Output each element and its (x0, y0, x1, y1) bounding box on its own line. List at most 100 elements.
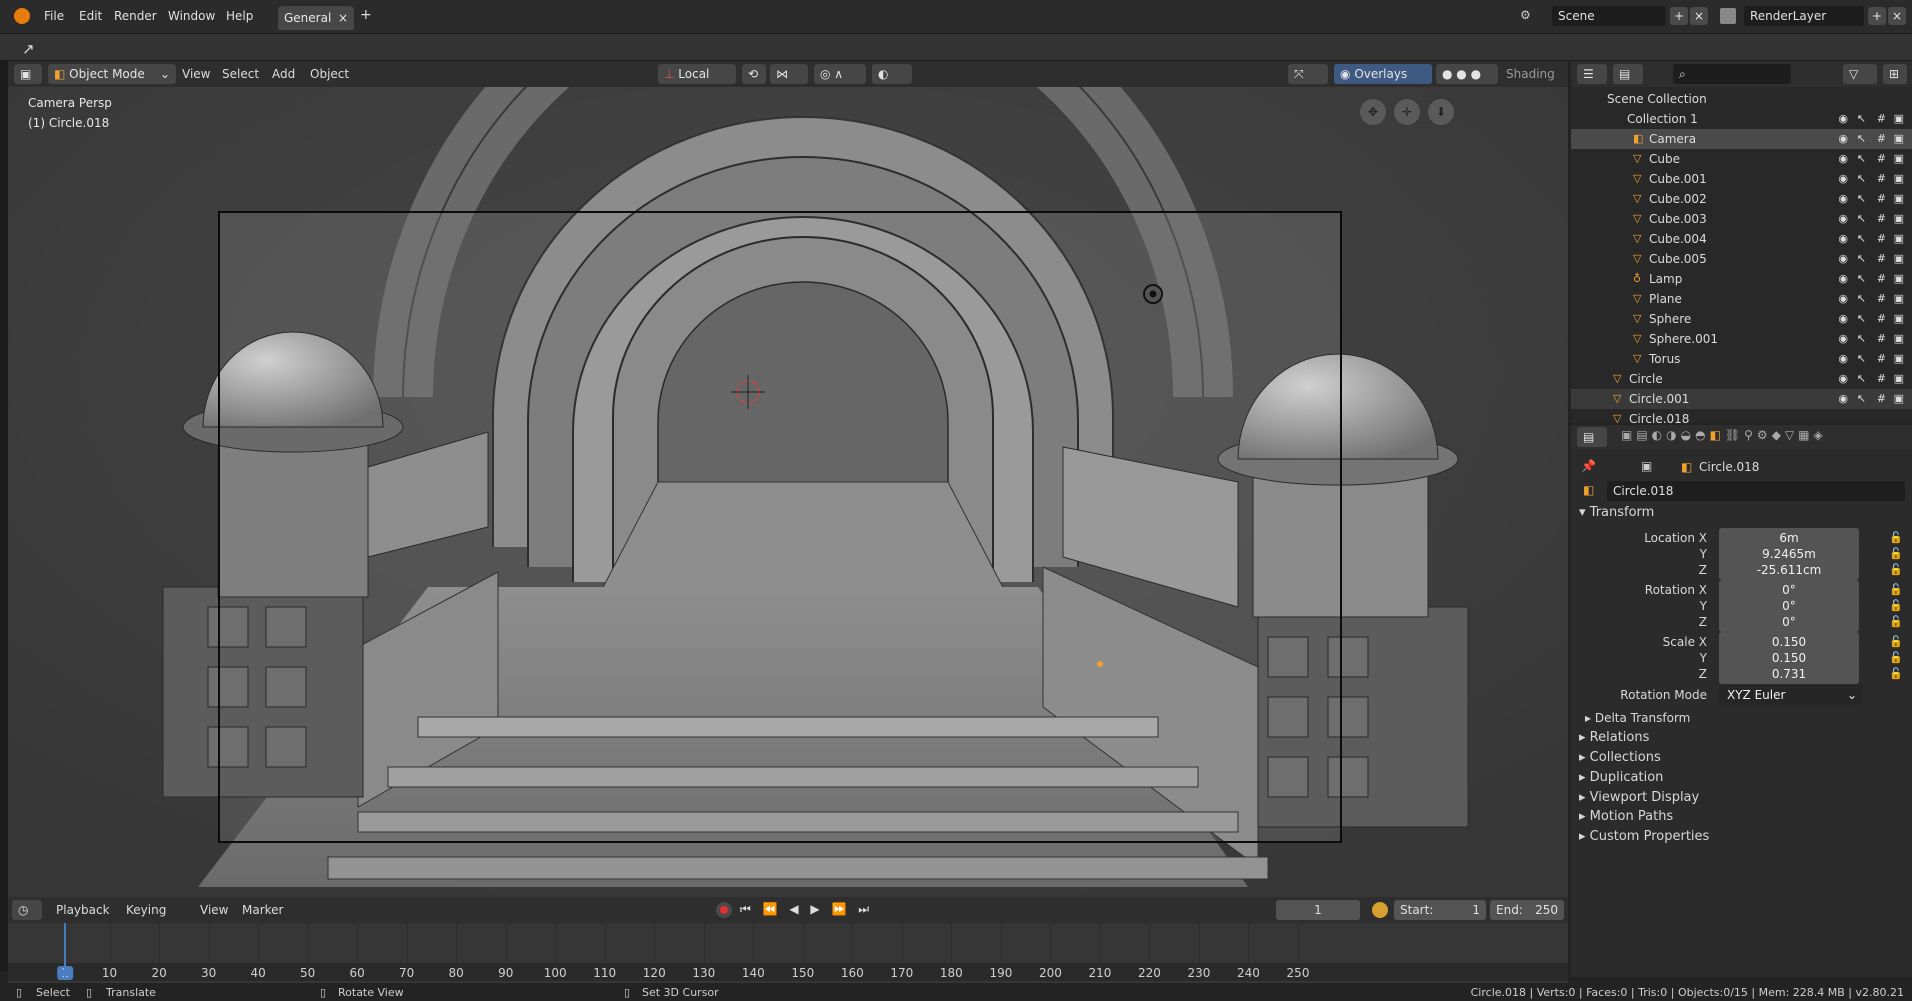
scale-z-field[interactable]: 0.731 (1719, 664, 1859, 684)
object-data-icon[interactable]: ◧ (1579, 481, 1603, 501)
outliner-row-cube-004[interactable]: ▽ Cube.004 ◉ ↖ # ▣ (1571, 229, 1912, 249)
eye-icon[interactable]: ◉ (1838, 292, 1848, 305)
viewport-icon[interactable]: # (1877, 272, 1886, 285)
editor-type-icon[interactable]: ▣ (14, 64, 42, 84)
menu-render[interactable]: Render (114, 9, 157, 23)
render-icon[interactable]: ▣ (1894, 212, 1904, 225)
rotation-z-field[interactable]: 0° (1719, 612, 1859, 632)
cursor-icon[interactable]: ↖ (1857, 212, 1866, 225)
timeline[interactable]: 1102030405060708090100110120130140150160… (8, 923, 1568, 983)
lock-icon[interactable]: 🔓 (1889, 547, 1903, 560)
menu-help[interactable]: Help (226, 9, 253, 23)
viewport-icon[interactable]: # (1877, 212, 1886, 225)
viewport-icon[interactable]: # (1877, 152, 1886, 165)
menu-file[interactable]: File (44, 9, 64, 23)
scene-icon[interactable]: ⚙ (1520, 8, 1538, 24)
outliner-row-collection-1[interactable]: Collection 1 ◉ ↖ # ▣ (1571, 109, 1912, 129)
custom-properties-panel[interactable]: ▸ Custom Properties (1579, 829, 1709, 844)
display-mode-icon[interactable]: ☰ (1577, 64, 1607, 84)
outliner-search-input[interactable]: ⌕ (1673, 64, 1791, 84)
outliner-filter-icon[interactable]: ▤ (1613, 64, 1643, 84)
shading-modes-icon[interactable]: ● ● ● (1436, 64, 1498, 84)
lock-icon[interactable]: 🔓 (1889, 563, 1903, 576)
menu-add[interactable]: Add (272, 67, 295, 81)
relations-panel[interactable]: ▸ Relations (1579, 730, 1649, 745)
close-tab-icon[interactable]: × (338, 11, 348, 25)
eye-icon[interactable]: ◉ (1838, 152, 1848, 165)
eye-icon[interactable]: ◉ (1838, 192, 1848, 205)
playback-controls[interactable]: ⏮ ⏪ ◀ ▶ ⏩ ⏭ (740, 902, 873, 917)
timeline-editor-icon[interactable]: ◷ (12, 900, 42, 920)
cursor-icon[interactable]: ↖ (1857, 232, 1866, 245)
viewport-icon[interactable]: # (1877, 292, 1886, 305)
3d-viewport[interactable]: Camera Persp (1) Circle.018 ✥ ✛ ⬇ (8, 87, 1568, 897)
menu-keying[interactable]: Keying (126, 903, 166, 917)
shading-dropdown[interactable]: Shading (1506, 67, 1555, 81)
add-render-layer-icon[interactable]: + (1868, 7, 1886, 25)
tab-general[interactable]: General × (278, 6, 354, 30)
object-mode-dropdown[interactable]: ◧ Object Mode ⌄ (48, 64, 176, 84)
playhead[interactable] (64, 923, 66, 979)
properties-editor-icon[interactable]: ▤ (1577, 427, 1607, 447)
preview-range-icon[interactable] (1372, 902, 1388, 918)
render-icon[interactable]: ▣ (1894, 252, 1904, 265)
viewport-icon[interactable]: # (1877, 312, 1886, 325)
cursor-icon[interactable]: ↖ (1857, 352, 1866, 365)
new-collection-icon[interactable]: ⊞ (1883, 64, 1907, 84)
outliner-row-cube-002[interactable]: ▽ Cube.002 ◉ ↖ # ▣ (1571, 189, 1912, 209)
outliner-row-sphere[interactable]: ▽ Sphere ◉ ↖ # ▣ (1571, 309, 1912, 329)
viewport-icon[interactable]: # (1877, 252, 1886, 265)
viewport-icon[interactable]: # (1877, 232, 1886, 245)
transform-orientation-dropdown[interactable]: ⊥ Local (658, 64, 736, 84)
viewport-icon[interactable]: # (1877, 352, 1886, 365)
collections-panel[interactable]: ▸ Collections (1579, 750, 1661, 765)
outliner-row-circle[interactable]: ▽ Circle ◉ ↖ # ▣ (1571, 369, 1912, 389)
blender-logo-icon[interactable] (14, 8, 30, 24)
viewport-icon[interactable]: # (1877, 112, 1886, 125)
lock-icon[interactable]: 🔓 (1889, 635, 1903, 648)
rotation-mode-dropdown[interactable]: XYZ Euler ⌄ (1719, 685, 1863, 705)
add-scene-icon[interactable]: + (1670, 7, 1688, 25)
eye-icon[interactable]: ◉ (1838, 312, 1848, 325)
pivot-icon[interactable]: ⟲ (742, 64, 766, 84)
eye-icon[interactable]: ◉ (1838, 172, 1848, 185)
outliner-row-scene-collection[interactable]: Scene Collection (1571, 89, 1912, 109)
visibility-filter-icon[interactable]: ◐ (872, 64, 912, 84)
menu-timeline-view[interactable]: View (200, 903, 228, 917)
outliner-row-plane[interactable]: ▽ Plane ◉ ↖ # ▣ (1571, 289, 1912, 309)
proportional-edit-icon[interactable]: ◎ ∧ (814, 64, 866, 84)
menu-select[interactable]: Select (222, 67, 259, 81)
lock-icon[interactable]: 🔓 (1889, 667, 1903, 680)
lock-icon[interactable]: 🔓 (1889, 599, 1903, 612)
cursor-icon[interactable]: ↖ (1857, 292, 1866, 305)
snap-icon[interactable]: ⋈ (770, 64, 808, 84)
menu-edit[interactable]: Edit (79, 9, 102, 23)
outliner-row-sphere-001[interactable]: ▽ Sphere.001 ◉ ↖ # ▣ (1571, 329, 1912, 349)
render-icon[interactable]: ▣ (1894, 132, 1904, 145)
render-icon[interactable]: ▣ (1894, 372, 1904, 385)
overlays-dropdown[interactable]: ◉ Overlays (1334, 64, 1432, 84)
delete-render-layer-icon[interactable]: × (1888, 7, 1906, 25)
render-icon[interactable]: ▣ (1894, 332, 1904, 345)
cursor-icon[interactable]: ↖ (1857, 172, 1866, 185)
render-icon[interactable]: ▣ (1894, 192, 1904, 205)
select-tool-icon[interactable]: ↗ (22, 40, 35, 58)
eye-icon[interactable]: ◉ (1838, 332, 1848, 345)
menu-window[interactable]: Window (168, 9, 215, 23)
outliner-row-circle-001[interactable]: ▽ Circle.001 ◉ ↖ # ▣ (1571, 389, 1912, 409)
outliner-row-lamp[interactable]: ♁ Lamp ◉ ↖ # ▣ (1571, 269, 1912, 289)
render-icon[interactable]: ▣ (1894, 272, 1904, 285)
eye-icon[interactable]: ◉ (1838, 272, 1848, 285)
property-tab-icons[interactable]: ▣▤◐◑◒◓◧⛓⚲⚙◆▽▦◈ (1621, 428, 1827, 442)
render-layer-icon[interactable] (1720, 8, 1736, 24)
gizmo-icon[interactable]: ⤧ (1288, 64, 1328, 84)
motion-paths-panel[interactable]: ▸ Motion Paths (1579, 809, 1673, 824)
viewport-icon[interactable]: # (1877, 192, 1886, 205)
pan-view-icon[interactable]: ✛ (1394, 99, 1420, 125)
outliner-row-cube-003[interactable]: ▽ Cube.003 ◉ ↖ # ▣ (1571, 209, 1912, 229)
cursor-icon[interactable]: ↖ (1857, 152, 1866, 165)
render-icon[interactable]: ▣ (1894, 292, 1904, 305)
cursor-icon[interactable]: ↖ (1857, 112, 1866, 125)
lock-icon[interactable]: 🔓 (1889, 583, 1903, 596)
render-icon[interactable]: ▣ (1894, 112, 1904, 125)
